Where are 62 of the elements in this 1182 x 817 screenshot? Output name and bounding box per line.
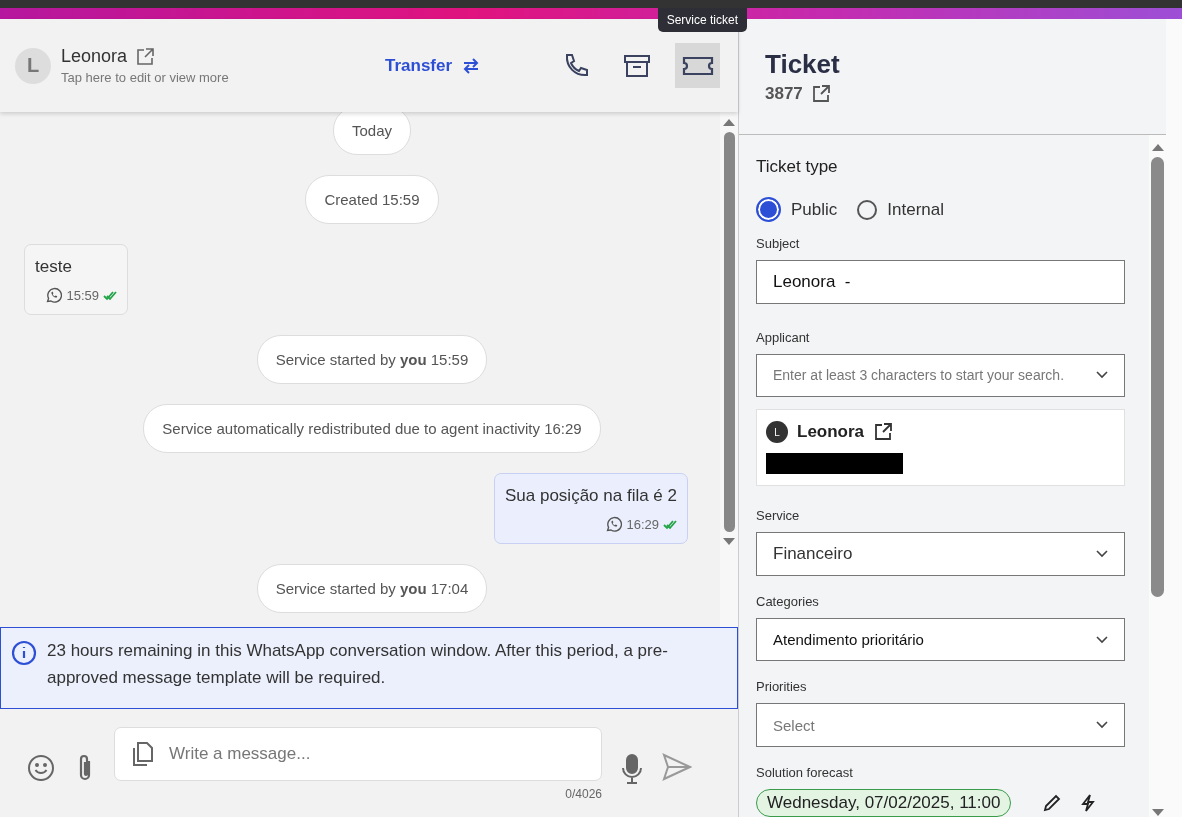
chevron-down-icon xyxy=(1096,550,1108,558)
scrollbar[interactable] xyxy=(720,112,738,627)
notice-text: 23 hours remaining in this WhatsApp conversation window. After this period, a pre-approved message template will be required. xyxy=(47,640,669,690)
message-text: Sua posição na fila é 2 xyxy=(505,486,677,506)
chat-bubble-phone-icon xyxy=(605,516,623,533)
ticket-button[interactable] xyxy=(675,43,720,88)
character-counter: 0/4026 xyxy=(565,787,602,801)
field-label: Categories xyxy=(756,593,819,609)
categories-select[interactable]: Atendimento prioritário xyxy=(756,617,1125,662)
applicant-avatar: L xyxy=(766,421,788,444)
field-label: Subject xyxy=(756,236,800,251)
field-label: Applicant xyxy=(756,329,810,345)
system-message: Service started by you 15:59 xyxy=(256,335,488,384)
date-tag: Wednesday, 07/02/2025, 11:00 xyxy=(756,788,1012,817)
ticket-title: Ticket xyxy=(765,49,841,80)
chevron-down-icon xyxy=(1096,371,1108,380)
external-link-icon[interactable] xyxy=(810,84,831,104)
scroll-up-arrow-icon[interactable] xyxy=(1151,143,1164,151)
transfer-icon xyxy=(462,56,481,75)
scrollbar-thumb[interactable] xyxy=(723,132,735,532)
send-icon[interactable] xyxy=(662,753,692,781)
applicant-field[interactable]: Enter at least 3 characters to start your search. xyxy=(756,353,1125,398)
system-message: Today xyxy=(333,112,411,155)
section-title: Ticket type xyxy=(756,157,838,177)
priorities-select[interactable]: Select xyxy=(756,703,1125,747)
message-input[interactable]: Write a message... xyxy=(167,743,587,765)
chat-bubble-phone-icon xyxy=(45,287,63,304)
subject-field[interactable]: Leonora - xyxy=(756,260,1125,304)
scroll-down-arrow-icon[interactable] xyxy=(723,538,735,546)
transfer-button[interactable]: Transfer xyxy=(385,55,481,76)
system-message: Service started by you 17:04 xyxy=(256,564,488,613)
system-message: Created 15:59 xyxy=(305,175,439,224)
applicant-name[interactable]: Leonora xyxy=(797,422,865,443)
info-icon xyxy=(11,640,37,666)
field-label: Solution forecast xyxy=(756,764,853,780)
scrollbar[interactable] xyxy=(1149,135,1166,817)
contact-subtitle[interactable]: Tap here to edit or view more xyxy=(61,70,229,85)
tooltip: Service ticket xyxy=(657,8,747,32)
field-label: Service xyxy=(756,508,800,524)
chevron-down-icon xyxy=(1096,635,1108,644)
scrollbar-thumb[interactable] xyxy=(1151,157,1164,597)
system-message: Service automatically redistributed due to agent inactivity 16:29 xyxy=(143,404,601,453)
contact-name[interactable]: Leonora xyxy=(61,46,128,67)
double-check-icon xyxy=(103,289,117,302)
ticket-number: 3877 xyxy=(765,84,803,104)
composer-box[interactable]: Write a message... xyxy=(114,727,602,781)
radio-option[interactable]: Internal xyxy=(857,197,944,222)
radio-option[interactable]: Public xyxy=(756,197,838,222)
emoji-icon[interactable] xyxy=(26,753,56,783)
message-text: teste xyxy=(35,257,73,277)
external-link-icon[interactable] xyxy=(873,422,894,443)
message-time: 15:59 xyxy=(66,288,99,303)
message-time: 16:29 xyxy=(626,517,659,532)
scroll-up-arrow-icon[interactable] xyxy=(723,118,735,126)
field-label: Priorities xyxy=(756,679,807,695)
scroll-down-arrow-icon[interactable] xyxy=(1151,809,1164,817)
service-select[interactable]: Financeiro xyxy=(756,532,1125,576)
chevron-down-icon xyxy=(1096,721,1108,730)
microphone-icon[interactable] xyxy=(620,753,644,785)
double-check-icon xyxy=(663,518,677,531)
lightning-icon[interactable] xyxy=(1079,793,1098,812)
pencil-icon[interactable] xyxy=(1043,793,1062,812)
